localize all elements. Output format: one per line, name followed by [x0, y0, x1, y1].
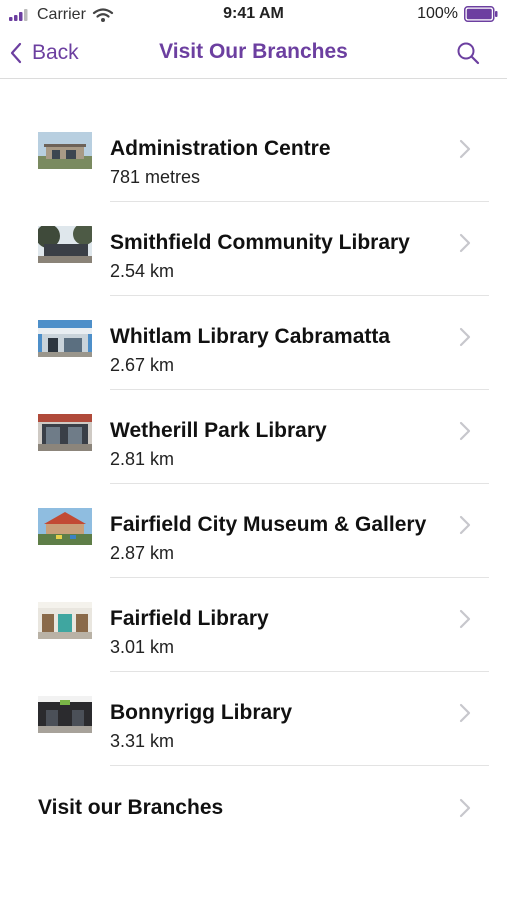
- administration-centre-photo: [38, 132, 92, 169]
- battery-percent: 100%: [417, 5, 458, 22]
- branch-distance: 2.54 km: [110, 261, 175, 281]
- branch-distance: 2.81 km: [110, 449, 175, 469]
- branch-list: Administration Centre 781 metres Smithfi…: [0, 108, 507, 766]
- status-bar: Carrier 9:41 AM 100%: [0, 0, 507, 30]
- branch-row-administration-centre[interactable]: Administration Centre 781 metres: [0, 108, 507, 202]
- chevron-right-icon: [459, 327, 471, 347]
- wetherill-park-library-photo: [38, 414, 92, 451]
- back-button[interactable]: Back: [10, 38, 79, 68]
- visit-our-branches-row[interactable]: Visit our Branches: [0, 772, 507, 842]
- fairfield-museum-photo: [38, 508, 92, 545]
- chevron-right-icon: [459, 515, 471, 535]
- branch-distance: 3.01 km: [110, 637, 175, 657]
- back-label: Back: [32, 41, 79, 64]
- chevron-right-icon: [459, 609, 471, 629]
- status-right: 100%: [417, 5, 498, 23]
- branch-row-smithfield-community-library[interactable]: Smithfield Community Library 2.54 km: [0, 202, 507, 296]
- chevron-right-icon: [459, 421, 471, 441]
- branch-name: Whitlam Library Cabramatta: [110, 325, 391, 348]
- whitlam-library-photo: [38, 320, 92, 357]
- branch-distance: 3.31 km: [110, 731, 175, 751]
- branch-name: Fairfield City Museum & Gallery: [110, 513, 427, 536]
- branch-name: Smithfield Community Library: [110, 231, 410, 254]
- branch-distance: 781 metres: [110, 167, 201, 187]
- branch-row-whitlam-library-cabramatta[interactable]: Whitlam Library Cabramatta 2.67 km: [0, 296, 507, 390]
- chevron-right-icon: [459, 233, 471, 253]
- branch-row-bonnyrigg-library[interactable]: Bonnyrigg Library 3.31 km: [0, 672, 507, 766]
- fairfield-library-photo: [38, 602, 92, 639]
- bonnyrigg-library-photo: [38, 696, 92, 733]
- branch-row-fairfield-library[interactable]: Fairfield Library 3.01 km: [0, 578, 507, 672]
- search-icon: [457, 42, 480, 65]
- branch-row-fairfield-city-museum-gallery[interactable]: Fairfield City Museum & Gallery 2.87 km: [0, 484, 507, 578]
- branch-name: Bonnyrigg Library: [110, 701, 293, 724]
- branch-name: Fairfield Library: [110, 607, 269, 630]
- battery-icon: [464, 6, 498, 22]
- branch-distance: 2.87 km: [110, 543, 175, 563]
- chevron-right-icon: [459, 139, 471, 159]
- chevron-right-icon: [459, 798, 471, 818]
- chevron-right-icon: [459, 703, 471, 723]
- search-button[interactable]: [453, 38, 483, 68]
- smithfield-library-photo: [38, 226, 92, 263]
- chevron-left-icon: [10, 42, 22, 64]
- branch-row-wetherill-park-library[interactable]: Wetherill Park Library 2.81 km: [0, 390, 507, 484]
- branch-distance: 2.67 km: [110, 355, 175, 375]
- branch-name: Administration Centre: [110, 137, 331, 160]
- branch-name: Wetherill Park Library: [110, 419, 327, 442]
- row-separator: [110, 765, 489, 766]
- navigation-bar: Back Visit Our Branches: [0, 30, 507, 79]
- visit-our-branches-label: Visit our Branches: [38, 796, 224, 819]
